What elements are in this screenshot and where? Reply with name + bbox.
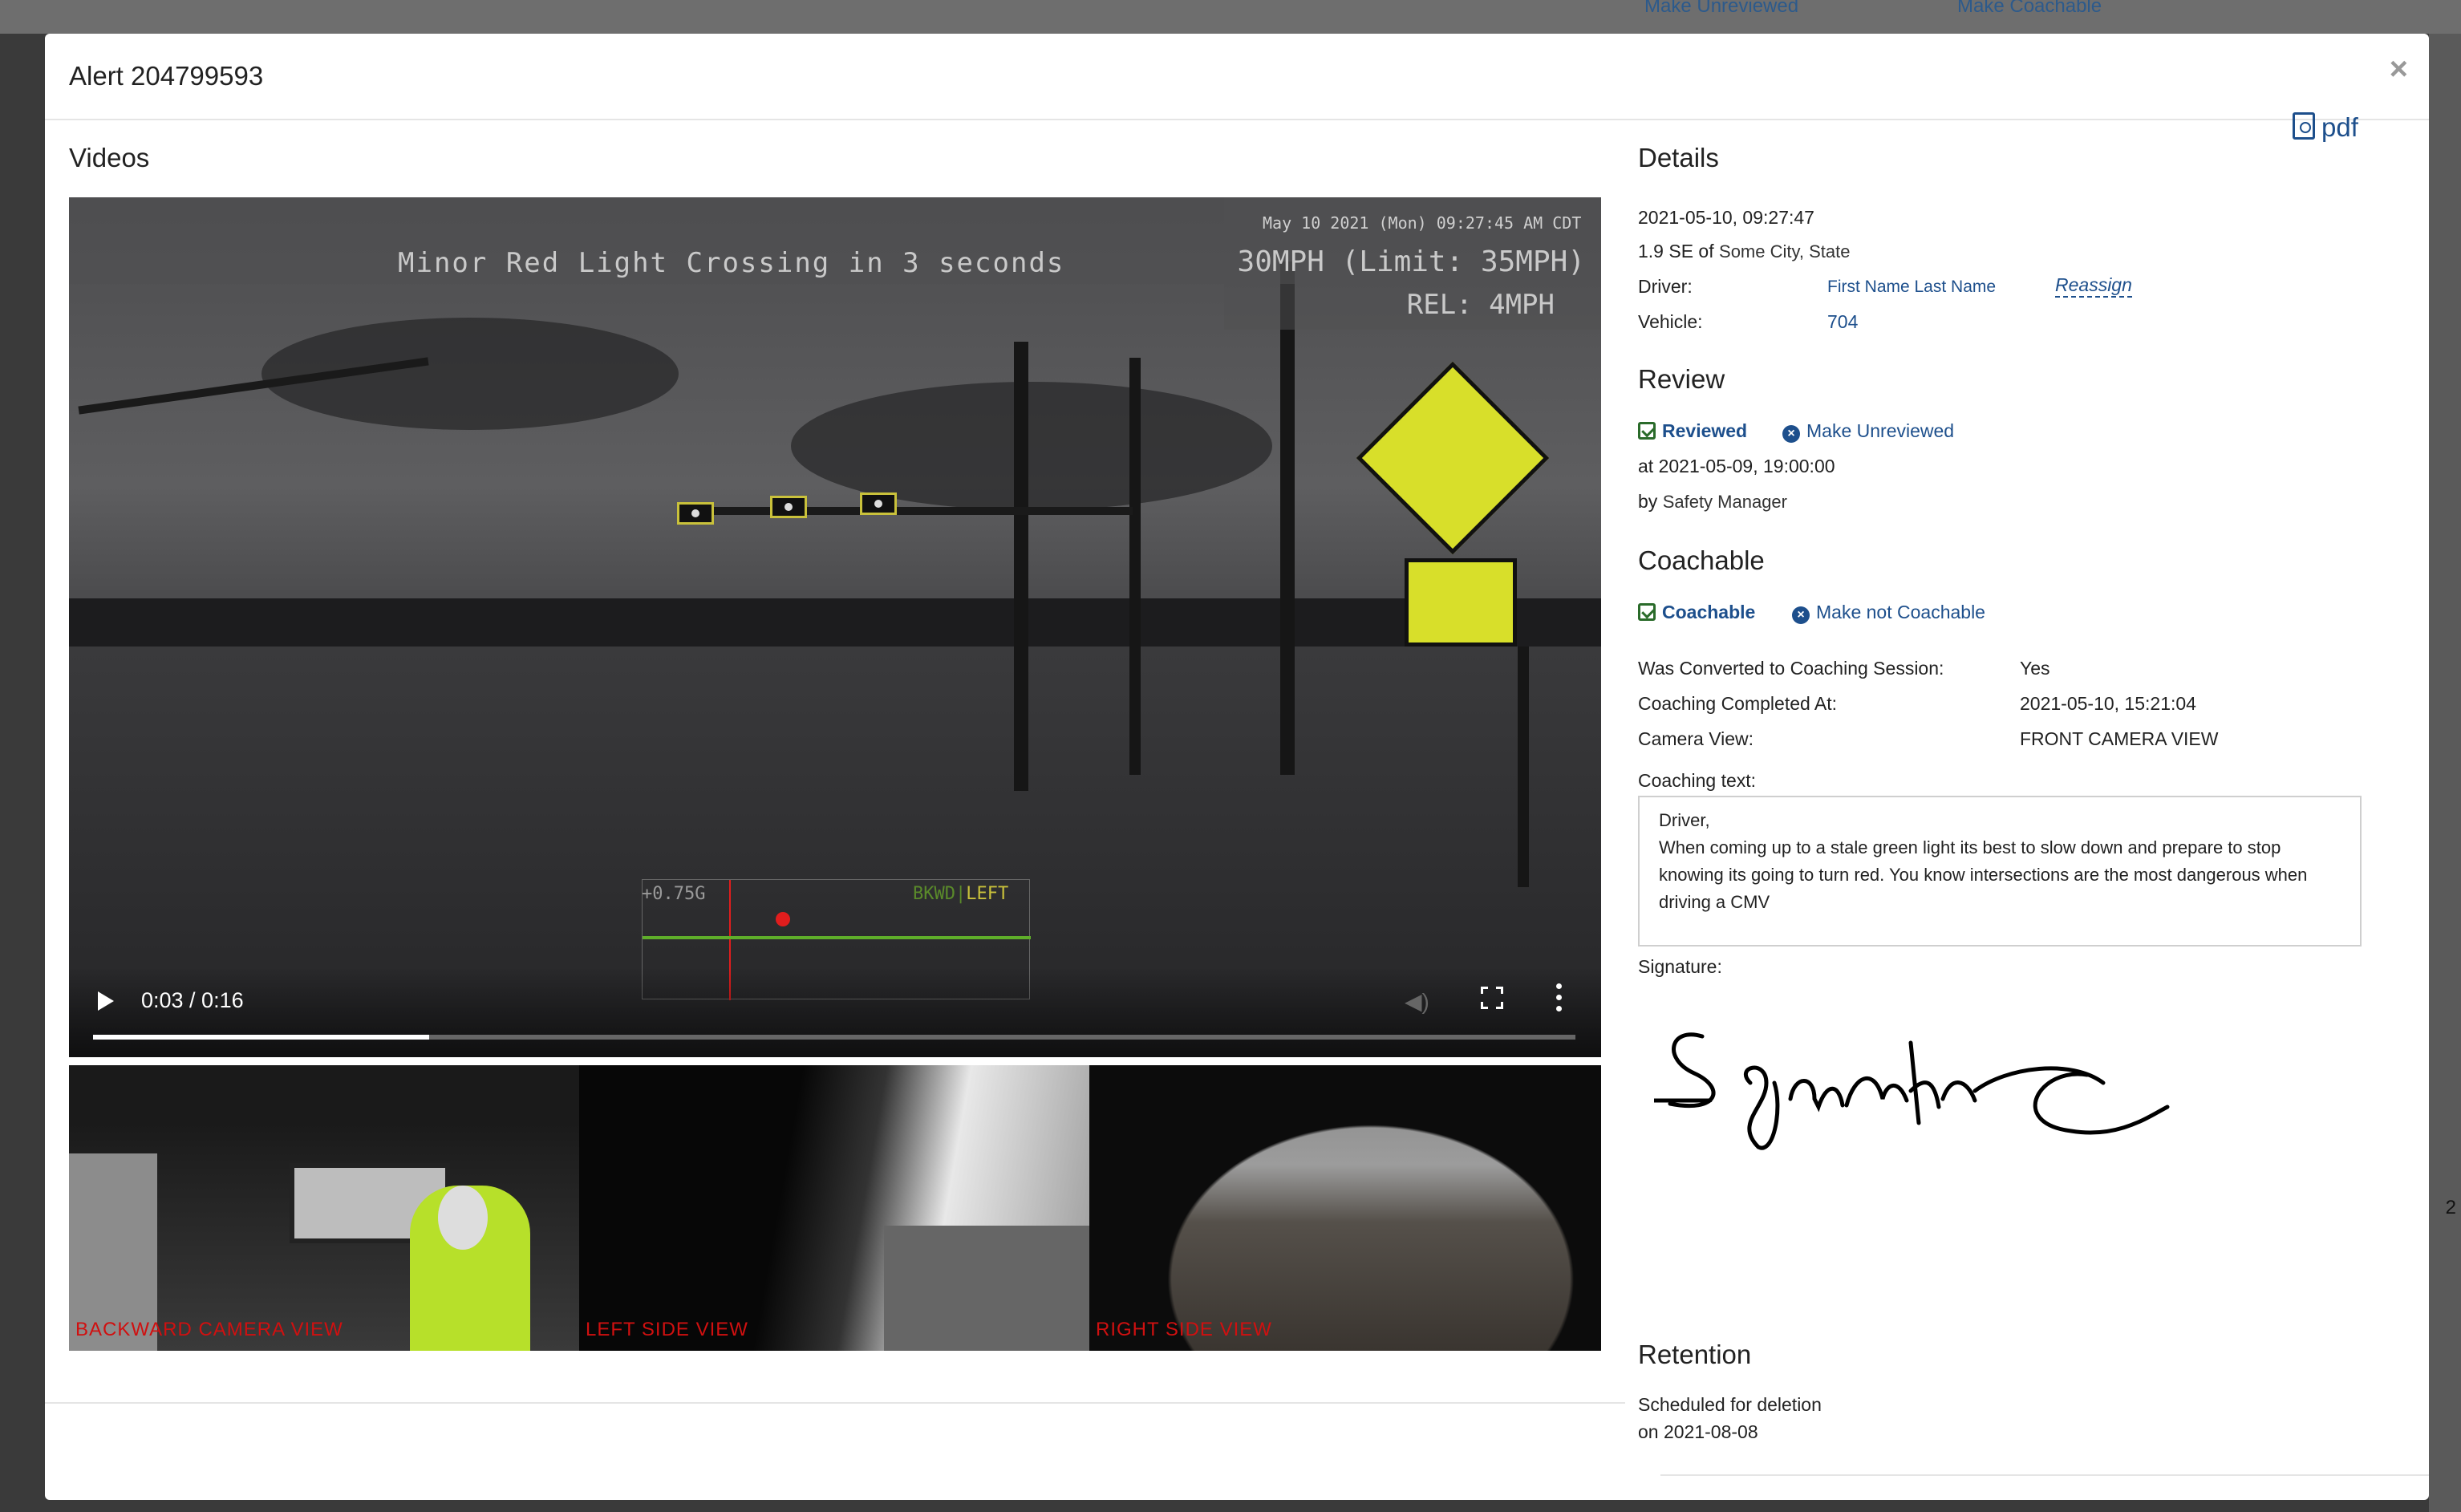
gforce-graph-dot xyxy=(776,912,790,926)
converted-label: Was Converted to Coaching Session: xyxy=(1638,658,1944,679)
check-square-icon xyxy=(1638,603,1656,621)
reassign-link[interactable]: Reassign xyxy=(2055,274,2132,298)
volume-icon[interactable]: ◀) xyxy=(1405,988,1429,1015)
traffic-signal-marker xyxy=(770,496,807,518)
gforce-graph-line xyxy=(643,936,1031,939)
review-at: at 2021-05-09, 19:00:00 xyxy=(1638,456,1835,476)
video-alert-text: Minor Red Light Crossing in 3 seconds xyxy=(398,247,1065,279)
alert-location: 1.9 SE of Some City, State xyxy=(1638,241,1851,261)
times-circle-icon: × xyxy=(1782,425,1800,443)
background-right-strip: 2 xyxy=(2429,34,2461,1512)
retention-line-1: Scheduled for deletion xyxy=(1638,1394,1822,1415)
make-unreviewed-button[interactable]: × Make Unreviewed xyxy=(1782,420,1954,443)
video-frame-pole xyxy=(1518,647,1529,887)
alert-datetime: 2021-05-10, 09:27:47 xyxy=(1638,207,1814,228)
background-make-unreviewed-link: Make Unreviewed xyxy=(1644,0,1799,17)
retention-line-2: on 2021-08-08 xyxy=(1638,1421,1758,1442)
traffic-signal-marker xyxy=(677,502,714,525)
video-frame-pole xyxy=(1280,261,1295,775)
divider xyxy=(45,1402,1625,1404)
arrow-sign xyxy=(1405,558,1517,647)
converted-value: Yes xyxy=(2020,658,2050,679)
driver-label: Driver: xyxy=(1638,276,1693,297)
video-speed-text: 30MPH (Limit: 35MPH) xyxy=(1237,245,1585,278)
video-progress-bar[interactable] xyxy=(93,1035,1575,1040)
traffic-signal-marker xyxy=(860,493,897,515)
divider xyxy=(1660,1474,2429,1476)
retention-heading: Retention xyxy=(1638,1340,1752,1369)
review-heading: Review xyxy=(1638,364,1725,394)
completed-at-label: Coaching Completed At: xyxy=(1638,693,1838,714)
video-time-display: 0:03 / 0:16 xyxy=(141,988,244,1012)
direction-left: LEFT xyxy=(966,884,1009,904)
video-relative-speed-text: REL: 4MPH xyxy=(1406,289,1555,321)
check-square-icon xyxy=(1638,422,1656,440)
play-button[interactable] xyxy=(98,991,114,1011)
direction-bkwd: BKWD xyxy=(913,884,955,904)
review-by: by Safety Manager xyxy=(1638,491,1787,512)
thumbnail-backward-camera[interactable]: BACKWARD CAMERA VIEW xyxy=(69,1065,579,1351)
video-frame-pole xyxy=(1014,342,1028,791)
modal-header: Alert 204799593 × xyxy=(45,34,2429,120)
thumbnail-label: LEFT SIDE VIEW xyxy=(586,1319,748,1340)
coaching-text-greeting: Driver, xyxy=(1659,810,1710,830)
vehicle-label: Vehicle: xyxy=(1638,311,1703,332)
signature-label: Signature: xyxy=(1638,956,1722,977)
coaching-text-box: Driver, When coming up to a stale green … xyxy=(1638,796,2362,947)
thumbnail-right-side[interactable]: RIGHT SIDE VIEW xyxy=(1089,1065,1601,1351)
video-frame-pole xyxy=(1129,358,1141,775)
review-status: Reviewed xyxy=(1638,420,1747,442)
vehicle-link[interactable]: 704 xyxy=(1827,311,1858,333)
background-make-coachable-link: Make Coachable xyxy=(1957,0,2102,17)
videos-heading: Videos xyxy=(69,143,150,172)
gforce-text: +0.75G xyxy=(642,884,706,904)
main-video-player[interactable]: Minor Red Light Crossing in 3 seconds Ma… xyxy=(69,197,1601,1057)
video-controls: 0:03 / 0:16 ◀) xyxy=(69,967,1601,1057)
driver-name-link[interactable]: First Name Last Name xyxy=(1827,278,1996,297)
completed-at-value: 2021-05-10, 15:21:04 xyxy=(2020,693,2196,714)
thumbnail-left-side[interactable]: LEFT SIDE VIEW xyxy=(579,1065,1089,1351)
background-side-text: 2 xyxy=(2445,1197,2456,1218)
coaching-text-label: Coaching text: xyxy=(1638,770,1757,791)
background-header: Make Unreviewed Make Coachable xyxy=(0,0,2461,34)
pdf-download-link[interactable]: pdf xyxy=(2293,112,2358,143)
camera-view-label: Camera View: xyxy=(1638,728,1754,749)
fullscreen-icon[interactable] xyxy=(1481,987,1503,1009)
close-button[interactable]: × xyxy=(2390,53,2408,85)
coachable-status: Coachable xyxy=(1638,602,1755,623)
signature-image xyxy=(1654,1032,2170,1150)
pdf-file-icon xyxy=(2293,112,2315,140)
thumbnail-label: BACKWARD CAMERA VIEW xyxy=(75,1319,343,1340)
direction-text: BKWD|LEFT xyxy=(913,884,1009,904)
coachable-heading: Coachable xyxy=(1638,545,1765,575)
make-not-coachable-button[interactable]: × Make not Coachable xyxy=(1792,602,1985,624)
modal-title: Alert 204799593 xyxy=(69,61,264,91)
video-timestamp-text: May 10 2021 (Mon) 09:27:45 AM CDT xyxy=(1263,213,1582,233)
camera-view-value: FRONT CAMERA VIEW xyxy=(2020,728,2219,749)
reviewer-name: Safety Manager xyxy=(1662,492,1787,512)
details-heading: Details xyxy=(1638,143,1719,172)
alert-modal: Alert 204799593 × Videos Minor Red Light… xyxy=(45,34,2429,1500)
video-progress-fill xyxy=(93,1035,430,1040)
camera-thumbnails: BACKWARD CAMERA VIEW LEFT SIDE VIEW RIGH… xyxy=(69,1065,1601,1351)
video-frame-cloud xyxy=(791,382,1272,510)
coaching-text-body: When coming up to a stale green light it… xyxy=(1659,837,2308,912)
more-options-icon[interactable] xyxy=(1556,983,1563,1012)
times-circle-icon: × xyxy=(1792,606,1810,624)
thumbnail-label: RIGHT SIDE VIEW xyxy=(1096,1319,1272,1340)
location-value: Some City, State xyxy=(1719,241,1851,261)
